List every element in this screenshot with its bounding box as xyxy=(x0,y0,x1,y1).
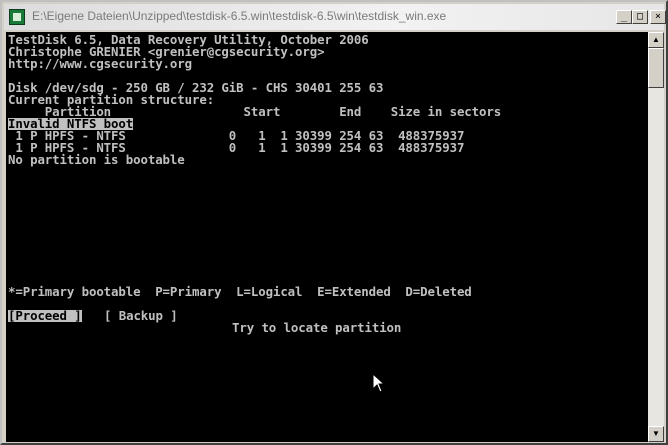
header-line-3: http://www.cgsecurity.org xyxy=(8,56,192,71)
mouse-pointer-icon xyxy=(372,373,386,393)
maximize-button[interactable]: □ xyxy=(632,10,648,24)
console-area[interactable]: TestDisk 6.5, Data Recovery Utility, Oct… xyxy=(6,32,648,442)
legend: *=Primary bootable P=Primary L=Logical E… xyxy=(8,284,472,299)
vertical-scrollbar[interactable]: ▲ ▼ xyxy=(648,32,664,442)
backup-button[interactable]: [ Backup ] xyxy=(104,309,178,322)
hint-text: Try to locate partition xyxy=(232,320,402,335)
title-bar[interactable]: E:\Eigene Dateien\Unzipped\testdisk-6.5.… xyxy=(4,4,666,30)
console-window: E:\Eigene Dateien\Unzipped\testdisk-6.5.… xyxy=(0,0,668,445)
scroll-up-button[interactable]: ▲ xyxy=(648,32,664,48)
scroll-thumb[interactable] xyxy=(648,48,664,88)
close-button[interactable]: × xyxy=(650,10,666,24)
window-title: E:\Eigene Dateien\Unzipped\testdisk-6.5.… xyxy=(32,9,447,23)
scroll-down-button[interactable]: ▼ xyxy=(648,426,664,442)
minimize-button[interactable]: _ xyxy=(616,10,632,24)
bootable-note: No partition is bootable xyxy=(8,152,185,167)
proceed-button[interactable]: [Proceed ] xyxy=(8,309,82,322)
app-icon[interactable] xyxy=(9,9,25,25)
